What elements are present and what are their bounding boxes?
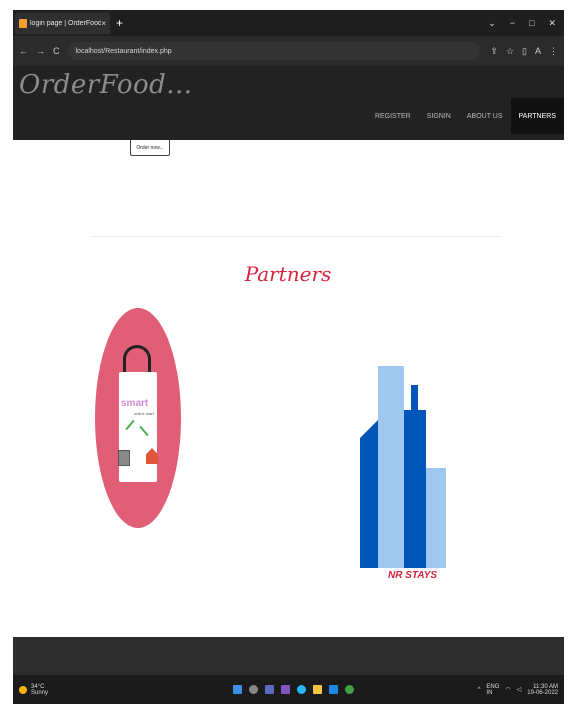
- building-bar-3: [404, 410, 426, 568]
- page-footer: [13, 637, 564, 675]
- nr-stays-label: NR STAYS: [388, 570, 438, 581]
- building-bar-1: [360, 420, 378, 568]
- building-bar-4: [426, 468, 446, 568]
- sun-icon: [19, 685, 27, 694]
- volume-icon[interactable]: ◁: [517, 686, 522, 693]
- task-view-icon[interactable]: [265, 685, 274, 694]
- region-text: IN: [486, 689, 493, 696]
- clock-date: 19-06-2022: [527, 689, 558, 696]
- system-tray: ^ ENG IN ◠ ◁ 11:30 AM 19-06-2022: [478, 684, 558, 696]
- weather-widget[interactable]: 34°C Sunny: [13, 684, 48, 696]
- lang-text: ENG: [486, 683, 500, 690]
- chrome-icon[interactable]: [345, 685, 354, 694]
- wifi-icon[interactable]: ◠: [505, 686, 510, 693]
- file-explorer-icon[interactable]: [313, 685, 322, 694]
- tray-chevron-icon[interactable]: ^: [478, 687, 481, 693]
- screen: login page | OrderFood... × + ⌄ − □ ✕ ← …: [0, 0, 576, 704]
- os-taskbar: 34°C Sunny ^ ENG IN ◠ ◁ 11:30 AM 19-06-2…: [13, 675, 564, 704]
- taskbar-apps: [233, 685, 354, 694]
- clock[interactable]: 11:30 AM 19-06-2022: [527, 684, 558, 696]
- language-indicator[interactable]: ENG IN: [486, 684, 499, 696]
- weather-text: 34°C Sunny: [31, 684, 48, 696]
- edge-icon[interactable]: [297, 685, 306, 694]
- building-bar-2: [378, 366, 404, 568]
- search-icon[interactable]: [249, 685, 258, 694]
- teams-icon[interactable]: [281, 685, 290, 694]
- store-icon[interactable]: [329, 685, 338, 694]
- building-spire: [411, 385, 418, 411]
- weather-desc: Sunny: [31, 689, 49, 696]
- start-menu-icon[interactable]: [233, 685, 242, 694]
- partner-nr-stays-logo[interactable]: [0, 0, 576, 704]
